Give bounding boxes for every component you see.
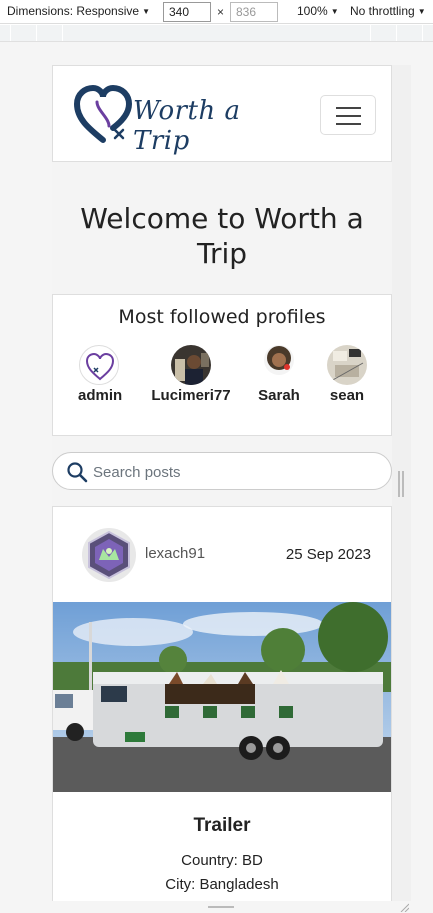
search-input[interactable] (93, 461, 373, 483)
devtools-toolbar: Dimensions: Responsive▼ × 100%▼ No throt… (0, 0, 433, 24)
profiles-heading: Most followed profiles (118, 306, 326, 328)
profile-name: Sarah (258, 387, 300, 404)
profile-name: sean (329, 387, 365, 404)
profile-lucimeri77[interactable]: Lucimeri77 (149, 345, 233, 404)
navbar: Worth a Trip (52, 65, 392, 162)
resize-corner-icon[interactable] (399, 902, 409, 912)
post-title[interactable]: Trailer (53, 815, 391, 837)
width-input[interactable] (163, 2, 211, 22)
page-title: Welcome to Worth a Trip (80, 202, 364, 270)
height-input[interactable] (230, 2, 278, 22)
hamburger-bar (336, 115, 361, 117)
post-country: Country: BD (181, 852, 263, 869)
caret-down-icon: ▼ (417, 7, 426, 16)
throttling-dropdown[interactable]: No throttling ▼ (350, 4, 426, 18)
site-logo[interactable]: Worth a Trip (73, 84, 298, 156)
most-followed-profiles: Most followed profiles admin Lucimeri77 … (52, 294, 392, 436)
hamburger-bar (336, 107, 361, 109)
post-date: 25 Sep 2023 (285, 546, 371, 563)
resize-handle-right[interactable] (398, 471, 404, 497)
avatar (171, 345, 211, 385)
avatar (327, 345, 367, 385)
post-city: City: Bangladesh (165, 876, 279, 893)
caret-down-icon: ▼ (330, 7, 339, 16)
dimensions-dropdown[interactable]: Dimensions: Responsive ▼ (7, 4, 150, 18)
post-card[interactable]: lexach91 25 Sep 2023 Trailer Country: BD… (52, 506, 392, 901)
ruler-segment (10, 25, 11, 41)
search-icon (67, 462, 88, 483)
profile-sean[interactable]: sean (326, 345, 368, 404)
ruler-segment (396, 25, 397, 41)
brand-name: Worth a Trip (133, 96, 241, 156)
media-query-bar[interactable] (0, 25, 433, 42)
hamburger-bar (336, 123, 361, 125)
ruler-segment (422, 25, 423, 41)
zoom-dropdown[interactable]: 100% ▼ (297, 4, 339, 18)
ruler-segment (370, 25, 371, 41)
navbar-toggle-button[interactable] (320, 95, 376, 135)
resize-handle-bottom[interactable] (208, 906, 234, 912)
heart-logo-icon (85, 352, 115, 381)
avatar (264, 345, 294, 375)
post-image[interactable] (53, 602, 391, 792)
times-sign: × (217, 5, 225, 19)
post-author[interactable]: lexach91 (145, 545, 205, 562)
throttling-label: No throttling (350, 4, 415, 18)
dimensions-label: Dimensions: Responsive (7, 4, 140, 18)
welcome-section: Welcome to Worth a Trip (52, 162, 392, 294)
ruler-segment (36, 25, 37, 41)
trailer-photo (53, 602, 391, 792)
profile-sarah[interactable]: Sarah (256, 345, 302, 404)
search-bar[interactable] (52, 452, 392, 490)
ruler-segment (62, 25, 63, 41)
profile-name: Lucimeri77 (151, 387, 231, 404)
profile-admin[interactable]: admin (78, 345, 123, 404)
avatar (79, 345, 119, 385)
zoom-label: 100% (297, 4, 328, 18)
author-avatar[interactable] (81, 527, 137, 583)
profile-name: admin (78, 387, 123, 404)
caret-down-icon: ▼ (142, 7, 150, 16)
page-viewport: Worth a Trip Welcome to Worth a Trip Mos… (52, 65, 392, 901)
heart-logo-icon (73, 84, 133, 143)
